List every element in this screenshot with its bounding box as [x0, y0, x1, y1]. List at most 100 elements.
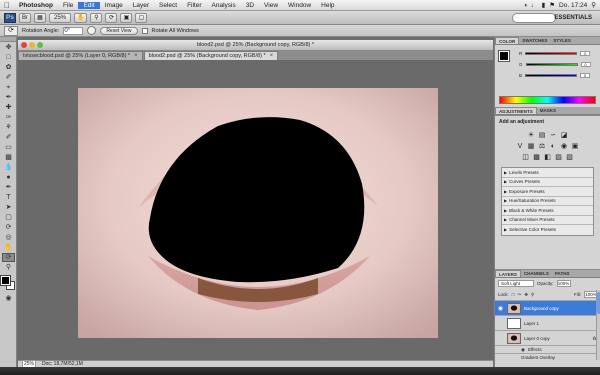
- 3d-orbit-tool[interactable]: ◎: [2, 233, 15, 242]
- menu-view[interactable]: View: [259, 2, 283, 9]
- 3d-rotate-tool[interactable]: ⟳: [2, 223, 15, 232]
- gradient-tool[interactable]: ▩: [2, 153, 15, 162]
- eraser-tool[interactable]: ▭: [2, 143, 15, 152]
- canvas-area[interactable]: [18, 60, 493, 360]
- dodge-tool[interactable]: ●: [2, 173, 15, 182]
- extras-button[interactable]: ▦: [34, 12, 46, 23]
- threshold-icon[interactable]: ◧: [544, 153, 552, 161]
- brightness-icon[interactable]: ☀: [527, 131, 535, 139]
- clock[interactable]: Do. 17:24: [559, 2, 587, 9]
- bridge-button[interactable]: Br: [19, 12, 31, 23]
- flag-icon[interactable]: ⚑: [549, 1, 555, 9]
- lasso-tool[interactable]: ✿: [2, 63, 15, 72]
- zoom-tool[interactable]: ⚲: [2, 263, 15, 272]
- apple-icon[interactable]: : [0, 1, 14, 10]
- blend-mode-select[interactable]: Soft Light: [498, 280, 534, 287]
- menu-select[interactable]: Select: [154, 2, 182, 9]
- green-slider[interactable]: [525, 63, 578, 66]
- menu-filter[interactable]: Filter: [182, 2, 206, 9]
- layers-scrollbar[interactable]: [596, 290, 600, 360]
- posterize-icon[interactable]: ▩: [533, 153, 541, 161]
- rotation-dial[interactable]: [87, 26, 97, 35]
- type-tool[interactable]: T: [2, 193, 15, 202]
- tab-swatches[interactable]: SWATCHES: [519, 37, 550, 44]
- crop-tool[interactable]: ⌖: [2, 83, 15, 92]
- preset-black-white[interactable]: ▶ Black & White Presets: [502, 206, 593, 216]
- gradient-map-icon[interactable]: ▨: [555, 153, 563, 161]
- battery-icon[interactable]: ▮: [542, 1, 546, 9]
- tab-blood2[interactable]: blood2.psd @ 25% (Background copy, RGB/8…: [143, 51, 279, 60]
- close-icon[interactable]: ×: [270, 53, 274, 59]
- zoom-tool-button[interactable]: ⚲: [90, 12, 103, 23]
- quick-mask-button[interactable]: ◉: [2, 294, 15, 303]
- tool-preset-picker[interactable]: ⟳: [4, 25, 18, 36]
- shape-tool[interactable]: ▢: [2, 213, 15, 222]
- foreground-color-swatch[interactable]: [0, 275, 11, 286]
- black-white-icon[interactable]: ◐: [549, 142, 557, 150]
- close-icon[interactable]: ×: [134, 53, 138, 59]
- healing-tool[interactable]: ✚: [2, 103, 15, 112]
- hand-tool-button[interactable]: ✋: [74, 12, 88, 23]
- brush-tool[interactable]: ✑: [2, 113, 15, 122]
- opacity-input[interactable]: 100%: [556, 280, 571, 287]
- selective-color-icon[interactable]: ▧: [566, 153, 574, 161]
- color-swatches[interactable]: [0, 275, 15, 290]
- rotate-view-tool[interactable]: ⟳: [2, 253, 15, 262]
- workspace-switcher[interactable]: ESSENTIALS: [550, 13, 596, 23]
- color-balance-icon[interactable]: ⚖: [538, 142, 546, 150]
- exposure-icon[interactable]: ◪: [560, 131, 568, 139]
- tab-adjustments[interactable]: ADJUSTMENTS: [495, 107, 537, 114]
- levels-icon[interactable]: ▤: [538, 131, 546, 139]
- layer-row[interactable]: ◉ Background copy: [495, 300, 600, 315]
- green-value-input[interactable]: 0: [580, 62, 591, 67]
- pen-tool[interactable]: ✒: [2, 183, 15, 192]
- tab-paths[interactable]: PATHS: [552, 270, 573, 277]
- tools-grip[interactable]: [0, 37, 16, 42]
- preset-hue-saturation[interactable]: ▶ Hue/Saturation Presets: [502, 197, 593, 206]
- tab-channels[interactable]: CHANNELS: [521, 270, 552, 277]
- tab-styles[interactable]: STYLES: [550, 37, 574, 44]
- curves-icon[interactable]: ∽: [549, 131, 557, 139]
- effects-row[interactable]: ◉ Effects: [495, 345, 600, 353]
- layer-row[interactable]: Layer 0 copy fx: [495, 330, 600, 345]
- volume-icon[interactable]: ♩: [531, 2, 538, 9]
- foreground-color-preview[interactable]: [498, 50, 510, 62]
- document-canvas[interactable]: [78, 88, 438, 338]
- lock-pixels-icon[interactable]: ✑: [517, 292, 521, 298]
- clone-stamp-tool[interactable]: ⚘: [2, 123, 15, 132]
- lock-position-icon[interactable]: ✥: [524, 292, 528, 298]
- hue-saturation-icon[interactable]: ▦: [527, 142, 535, 150]
- rotate-all-windows-checkbox[interactable]: [141, 27, 148, 34]
- menu-image[interactable]: Image: [100, 2, 128, 9]
- path-select-tool[interactable]: ➤: [2, 203, 15, 212]
- channel-mixer-icon[interactable]: ▣: [571, 142, 579, 150]
- tab-masks[interactable]: MASKS: [537, 107, 559, 114]
- screen-mode-button[interactable]: ▢: [135, 12, 148, 23]
- tab-color[interactable]: COLOR: [495, 37, 520, 44]
- red-value-input[interactable]: 0: [580, 51, 591, 56]
- menu-file[interactable]: File: [58, 2, 78, 9]
- lock-all-icon[interactable]: ⚲: [531, 292, 534, 298]
- blue-slider[interactable]: [525, 74, 578, 77]
- red-slider[interactable]: [525, 52, 578, 55]
- move-tool[interactable]: ✥: [2, 43, 15, 52]
- history-brush-tool[interactable]: ✐: [2, 133, 15, 142]
- menu-layer[interactable]: Layer: [128, 2, 154, 9]
- quick-select-tool[interactable]: ✐: [2, 73, 15, 82]
- visibility-eye-icon[interactable]: ◉: [497, 305, 504, 312]
- menu-app[interactable]: Photoshop: [14, 2, 58, 9]
- rotate-view-button[interactable]: ⟳: [105, 12, 118, 23]
- invert-icon[interactable]: ◫: [522, 153, 530, 161]
- lock-transparency-icon[interactable]: □: [512, 292, 515, 297]
- layer-row[interactable]: Layer 1: [495, 315, 600, 330]
- preset-levels[interactable]: ▶ Levels Presets: [502, 168, 593, 178]
- blue-value-input[interactable]: 0: [580, 73, 591, 78]
- color-spectrum-bar[interactable]: [499, 96, 596, 104]
- menu-help[interactable]: Help: [316, 2, 339, 9]
- tab-tvissecblood[interactable]: tvissecblood.psd @ 25% (Layer 0, RGB/8) …: [18, 51, 143, 60]
- document-window-titlebar[interactable]: blood2.psd @ 25% (Background copy, RGB/8…: [18, 40, 493, 51]
- menu-analysis[interactable]: Analysis: [207, 2, 241, 9]
- preset-channel-mixer[interactable]: ▶ Channel Mixer Presets: [502, 216, 593, 225]
- marquee-tool[interactable]: □: [2, 53, 15, 62]
- preset-selective-color[interactable]: ▶ Selective Color Presets: [502, 225, 593, 235]
